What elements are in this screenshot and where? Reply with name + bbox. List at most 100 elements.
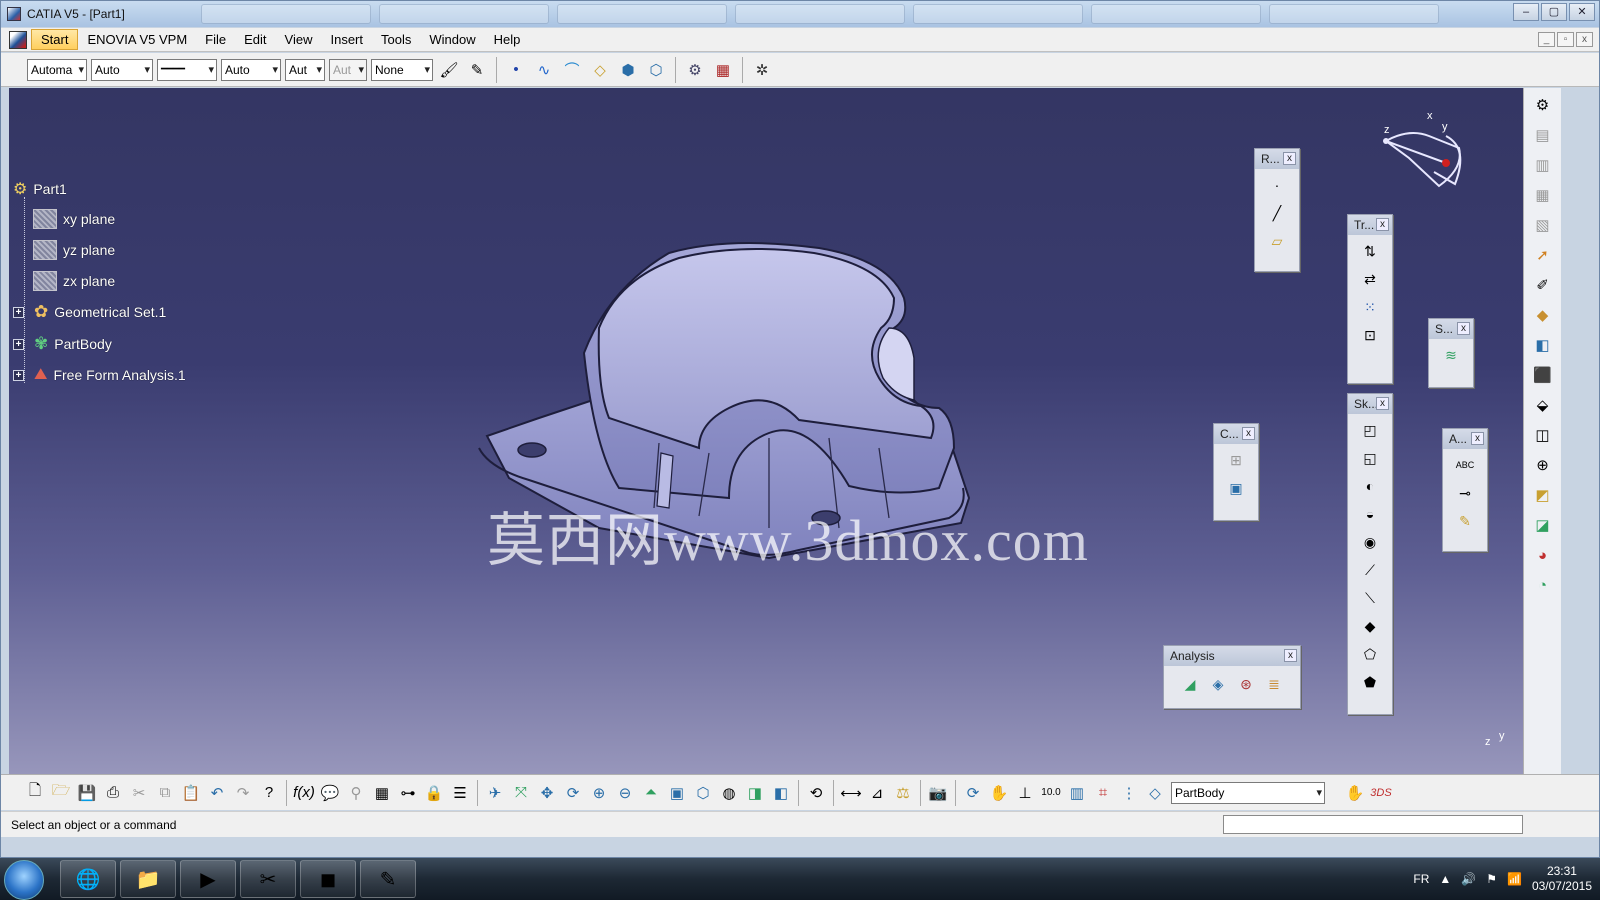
new-file-icon[interactable]: 🗋 [23, 781, 47, 805]
hole-icon[interactable]: ◉ [1358, 530, 1382, 554]
save-icon[interactable]: 💾 [75, 781, 99, 805]
tree-item-yz-plane[interactable]: yz plane [33, 240, 115, 260]
layer-combo[interactable]: None [371, 58, 433, 81]
plane-tool-icon[interactable]: ◇ [588, 58, 612, 82]
zoom-in-icon[interactable]: ⊕ [587, 781, 611, 805]
line-icon[interactable]: ╱ [1265, 201, 1289, 225]
menu-window[interactable]: Window [420, 30, 484, 49]
expand-icon[interactable]: + [13, 338, 24, 350]
color-combo[interactable]: Automa [27, 58, 87, 81]
translate-icon[interactable]: ⇅ [1358, 239, 1382, 263]
knowledge-icon[interactable]: ◔ [1530, 572, 1556, 598]
workbench-icon[interactable]: ✋ [1343, 781, 1367, 805]
zoom-out-icon[interactable]: ⊖ [613, 781, 637, 805]
tree-item-zx-plane[interactable]: zx plane [33, 271, 115, 291]
print-icon[interactable]: ⎙ [101, 781, 125, 805]
doc-restore-button[interactable]: ▫ [1557, 32, 1574, 47]
title-bar[interactable]: CATIA V5 - [Part1] – ▢ ✕ [1, 1, 1599, 27]
paste-icon[interactable]: 📋 [179, 781, 203, 805]
surface-icon[interactable]: ≋ [1439, 343, 1463, 367]
show-hidden-icons-icon[interactable]: ▲ [1439, 872, 1451, 886]
clock[interactable]: 23:31 03/07/2015 [1532, 864, 1592, 894]
normal-view-icon[interactable]: ⏶ [639, 781, 663, 805]
lock-icon[interactable]: 🔒 [422, 781, 446, 805]
power-input-field[interactable] [1223, 815, 1523, 834]
tree-root-part1[interactable]: ⚙ Part1 [13, 179, 67, 199]
maximize-button[interactable]: ▢ [1541, 3, 1567, 21]
swap-space-icon[interactable]: ◧ [769, 781, 793, 805]
point-icon[interactable]: • [504, 58, 528, 82]
whats-this-icon[interactable]: ? [257, 781, 281, 805]
palette-annotations[interactable]: A... x ABC ⊸ ✎ [1442, 428, 1488, 552]
select-arrow-icon[interactable]: ➚ [1530, 242, 1556, 268]
solid-icon[interactable]: ◆ [1530, 302, 1556, 328]
language-indicator[interactable]: FR [1413, 872, 1429, 886]
network-icon[interactable]: 📶 [1507, 872, 1522, 886]
palette-close-icon[interactable]: x [1376, 218, 1389, 231]
pad-icon[interactable]: ◰ [1358, 418, 1382, 442]
plane-icon[interactable]: ▱ [1265, 229, 1289, 253]
grid-icon[interactable]: ▦ [711, 58, 735, 82]
palette-close-icon[interactable]: x [1376, 397, 1389, 410]
mirror-icon[interactable]: ⇄ [1358, 267, 1382, 291]
iso-view-icon[interactable]: ⬡ [691, 781, 715, 805]
pattern-icon[interactable]: ⁙ [1358, 295, 1382, 319]
line-type-combo[interactable]: Auto [221, 58, 281, 81]
dress-up-icon[interactable]: ⬙ [1530, 392, 1556, 418]
work-object-combo[interactable]: PartBody [1171, 781, 1325, 804]
flag-note-icon[interactable]: ⊸ [1453, 481, 1477, 505]
measure-icon[interactable]: ⊕ [1530, 452, 1556, 478]
3d-annotation-icon[interactable]: ✎ [1453, 509, 1477, 533]
minimize-button[interactable]: – [1513, 3, 1539, 21]
loft-icon[interactable]: ⬠ [1358, 642, 1382, 666]
snipping-tool-taskbar-icon[interactable]: ✂ [240, 860, 296, 898]
pan-icon[interactable]: ✥ [535, 781, 559, 805]
units-icon[interactable]: 10.0 [1039, 781, 1063, 805]
palette-constraints[interactable]: C... x ⊞ ▣ [1213, 423, 1259, 521]
groove-icon[interactable]: ◒ [1358, 502, 1382, 526]
media-player-taskbar-icon[interactable]: ▶ [180, 860, 236, 898]
rib-icon[interactable]: ⟋ [1358, 558, 1382, 582]
point-icon[interactable]: · [1265, 173, 1289, 197]
menu-view[interactable]: View [276, 30, 322, 49]
palette-close-icon[interactable]: x [1471, 432, 1484, 445]
point-symbol-combo[interactable]: Aut [285, 58, 325, 81]
boolean-icon[interactable]: ⚙ [683, 58, 707, 82]
undo-icon[interactable]: ↶ [205, 781, 229, 805]
menu-file[interactable]: File [196, 30, 235, 49]
define-work-object-icon[interactable]: ◇ [1143, 781, 1167, 805]
3d-viewport[interactable]: z x y 莫西网www.3dmox.com R... x · ╱ ▱ Tr...… [9, 88, 1523, 774]
doc-minimize-button[interactable]: _ [1538, 32, 1555, 47]
expand-icon[interactable]: + [13, 369, 24, 381]
measure-item-icon[interactable]: ⊿ [865, 781, 889, 805]
menu-start[interactable]: Start [31, 29, 79, 50]
menu-tools[interactable]: Tools [372, 30, 420, 49]
axis-system-icon[interactable]: ⊥ [1013, 781, 1037, 805]
layer-analysis-icon[interactable]: ≣ [1262, 672, 1286, 696]
analysis-tools-icon[interactable]: ◩ [1530, 482, 1556, 508]
slot-icon[interactable]: ⟍ [1358, 586, 1382, 610]
tree-icon[interactable]: ⊶ [396, 781, 420, 805]
menu-insert[interactable]: Insert [321, 30, 372, 49]
apply-material-icon[interactable]: ◪ [1530, 512, 1556, 538]
close-button[interactable]: ✕ [1569, 3, 1595, 21]
tree-item-geometrical-set[interactable]: + ✿ Geometrical Set.1 [13, 302, 166, 322]
menu-enovia[interactable]: ENOVIA V5 VPM [78, 30, 196, 49]
palette-close-icon[interactable]: x [1457, 322, 1470, 335]
curve-icon[interactable]: ⌒ [560, 58, 584, 82]
copy-icon[interactable]: ⧉ [153, 781, 177, 805]
comment-icon[interactable]: 💬 [318, 781, 342, 805]
palette-close-icon[interactable]: x [1284, 649, 1297, 662]
scan-icon[interactable]: ▥ [1065, 781, 1089, 805]
fit-all-icon[interactable]: ⤧ [509, 781, 533, 805]
palette-sketch-based-features[interactable]: Sk... x ◰ ◱ ◐ ◒ ◉ ⟋ ⟍ ◆ ⬠ ⬟ [1347, 393, 1393, 715]
tree-item-xy-plane[interactable]: xy plane [33, 209, 115, 229]
catia-taskbar-icon[interactable]: ◼ [300, 860, 356, 898]
curvature-analysis-icon[interactable]: ◈ [1206, 672, 1230, 696]
open-folder-icon[interactable]: 🗁 [49, 781, 73, 805]
hide-show-icon[interactable]: ◨ [743, 781, 767, 805]
boolean-ops-icon[interactable]: ◫ [1530, 422, 1556, 448]
list-icon[interactable]: ☰ [448, 781, 472, 805]
text-annotation-icon[interactable]: ABC [1453, 453, 1477, 477]
measure-between-icon[interactable]: ⟷ [839, 781, 863, 805]
